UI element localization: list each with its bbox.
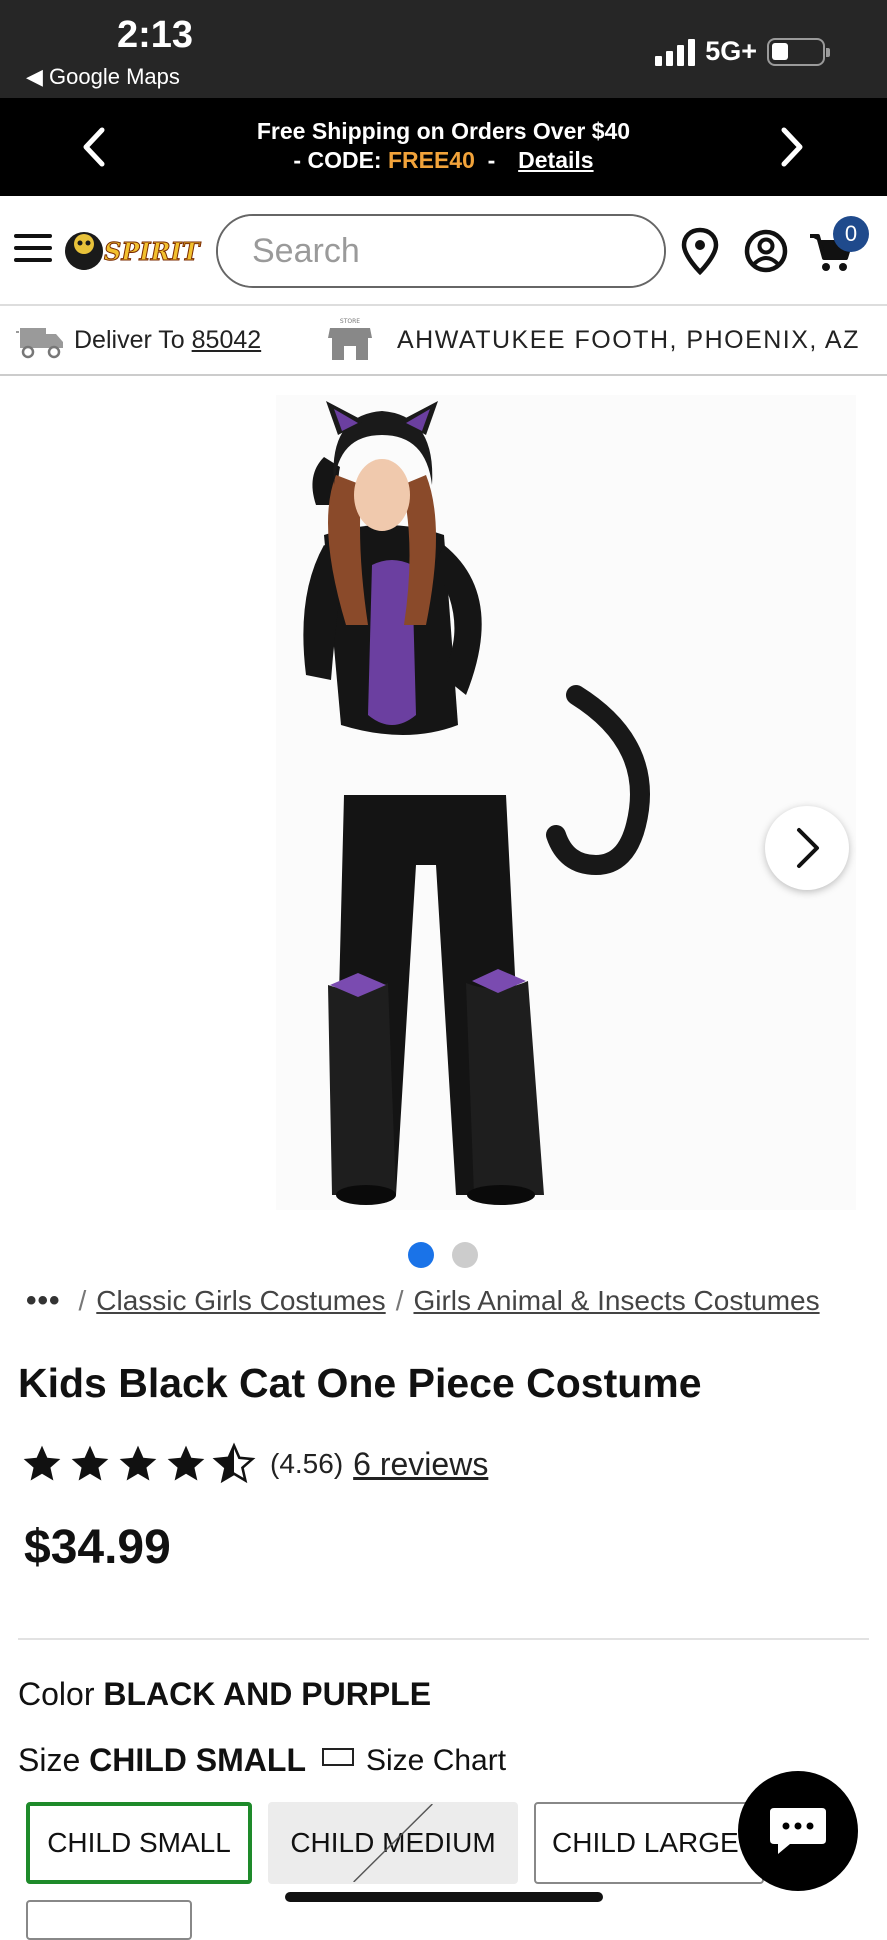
back-to-app-link[interactable]: ◀ Google Maps xyxy=(26,64,180,90)
color-label: Color xyxy=(18,1676,104,1712)
store-locator-icon[interactable] xyxy=(676,226,724,276)
color-value: BLACK AND PURPLE xyxy=(103,1676,432,1712)
size-chart-link[interactable]: Size Chart xyxy=(322,1744,506,1778)
search-bar xyxy=(216,214,666,288)
star-icon xyxy=(119,1445,157,1481)
gallery-pagination xyxy=(408,1242,478,1268)
breadcrumb-item[interactable]: Classic Girls Costumes xyxy=(96,1285,385,1317)
site-header: SPIRIT xyxy=(0,196,887,306)
gallery-dot-1[interactable] xyxy=(408,1242,434,1268)
size-option-label: CHILD MEDIUM xyxy=(290,1827,496,1858)
size-value: CHILD SMALL xyxy=(89,1742,306,1778)
delivery-truck-icon xyxy=(16,328,63,359)
deliver-label: Deliver To xyxy=(74,326,192,354)
product-price: $34.99 xyxy=(24,1521,171,1574)
product-title: Kids Black Cat One Piece Costume xyxy=(18,1360,702,1406)
product-image[interactable] xyxy=(276,395,856,1210)
promo-next-icon[interactable] xyxy=(772,122,812,172)
size-option-partial[interactable] xyxy=(26,1900,192,1940)
breadcrumb: ••• / Classic Girls Costumes / Girls Ani… xyxy=(26,1284,820,1318)
promo-text: Free Shipping on Orders Over $40 xyxy=(256,118,631,144)
size-option-child-small[interactable]: CHILD SMALL xyxy=(26,1802,252,1884)
product-rating: (4.56) 6 reviews xyxy=(20,1442,488,1486)
cart-count-badge: 0 xyxy=(833,216,869,252)
deliver-to: Deliver To 85042 xyxy=(74,326,261,355)
breadcrumb-separator: / xyxy=(78,1285,87,1316)
rating-value: (4.56) xyxy=(270,1448,344,1479)
battery-icon xyxy=(767,37,830,66)
svg-text:STORE: STORE xyxy=(340,318,360,325)
menu-icon[interactable] xyxy=(14,234,52,264)
star-icon xyxy=(23,1445,61,1481)
delivery-bar: Deliver To 85042 STORE AHWATUKEE FOOTH, … xyxy=(0,306,887,376)
selected-store-link[interactable]: AHWATUKEE FOOTH, PHOENIX, AZ xyxy=(397,326,860,355)
promo-code-prefix: - CODE: xyxy=(293,147,388,173)
account-icon[interactable] xyxy=(742,226,790,276)
zip-code-link[interactable]: 85042 xyxy=(192,326,262,354)
size-chart-label: Size Chart xyxy=(366,1743,507,1777)
home-indicator xyxy=(285,1892,603,1902)
half-star-icon xyxy=(212,1442,256,1484)
status-indicators: 5G+ xyxy=(655,36,830,67)
promo-banner: Free Shipping on Orders Over $40 - CODE:… xyxy=(0,98,887,196)
size-option-child-medium[interactable]: CHILD MEDIUM xyxy=(268,1802,518,1884)
size-option-label: CHILD SMALL xyxy=(47,1827,231,1858)
size-option-child-large[interactable]: CHILD LARGE xyxy=(534,1802,764,1884)
color-selection: Color BLACK AND PURPLE xyxy=(18,1676,431,1713)
star-icon xyxy=(71,1445,109,1481)
network-label: 5G+ xyxy=(705,36,757,66)
chat-button[interactable] xyxy=(738,1771,858,1891)
status-time: 2:13 xyxy=(117,14,194,56)
star-icon xyxy=(167,1445,205,1481)
breadcrumb-item[interactable]: Girls Animal & Insects Costumes xyxy=(413,1285,819,1317)
promo-details-link[interactable]: Details xyxy=(518,147,593,173)
breadcrumb-separator: / xyxy=(395,1285,404,1316)
rating-stars[interactable] xyxy=(20,1442,256,1486)
size-selection: Size CHILD SMALL Size Chart xyxy=(18,1742,506,1779)
promo-code-line: - CODE: FREE40 - Details xyxy=(0,147,887,174)
search-input[interactable] xyxy=(218,216,664,286)
promo-separator: - xyxy=(474,147,509,173)
size-label: Size xyxy=(18,1742,90,1778)
divider xyxy=(18,1638,869,1640)
signal-icon xyxy=(655,38,696,66)
promo-code: FREE40 xyxy=(387,147,475,173)
size-option-label: CHILD LARGE xyxy=(552,1827,739,1858)
svg-text:SPIRIT: SPIRIT xyxy=(104,237,202,266)
chevron-right-icon xyxy=(797,828,819,868)
breadcrumb-more[interactable]: ••• xyxy=(26,1284,61,1318)
reviews-link[interactable]: 6 reviews xyxy=(353,1446,488,1483)
spirit-logo[interactable]: SPIRIT xyxy=(64,226,212,276)
status-bar: 2:13 ◀ Google Maps 5G+ xyxy=(0,0,887,98)
gallery-next-button[interactable] xyxy=(765,806,849,890)
chat-icon xyxy=(770,1808,826,1854)
store-icon: STORE xyxy=(328,318,372,360)
ruler-icon xyxy=(322,1747,354,1766)
gallery-dot-2[interactable] xyxy=(452,1242,478,1268)
